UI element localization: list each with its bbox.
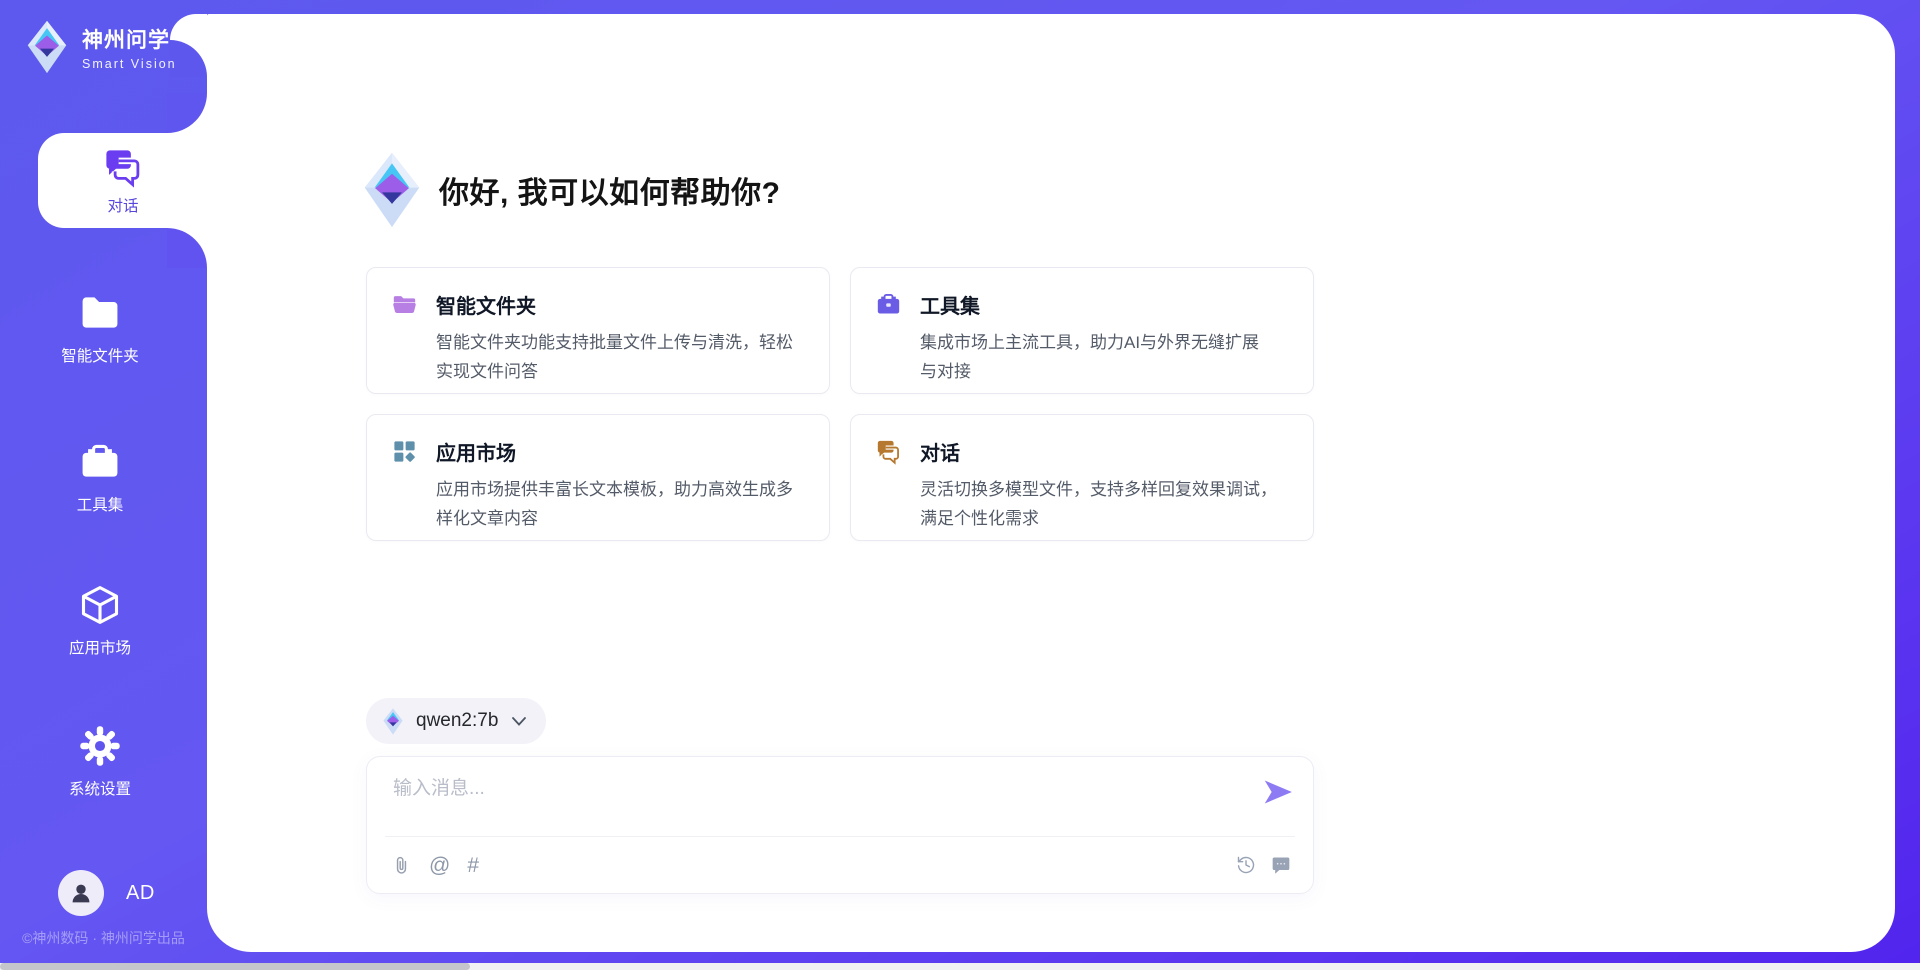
composer-tools-right: [1236, 855, 1291, 875]
chat-icon: [102, 146, 144, 188]
sidebar: 神州问学 Smart Vision 对话 智能文件夹: [0, 0, 207, 970]
toolbox-icon: [78, 440, 122, 484]
sidebar-item-label: 工具集: [77, 493, 124, 515]
folder-open-icon: [391, 291, 418, 318]
avatar: [58, 870, 104, 916]
user-profile[interactable]: AD: [58, 870, 155, 916]
paperclip-icon[interactable]: [391, 855, 412, 876]
card-title: 对话: [920, 437, 960, 466]
sidebar-item-settings[interactable]: 系统设置: [0, 724, 200, 799]
cube-icon: [78, 583, 122, 627]
sidebar-item-label: 对话: [107, 194, 138, 216]
model-selector[interactable]: qwen2:7b: [366, 698, 546, 744]
card-description: 应用市场提供丰富长文本模板，助力高效生成多样化文章内容: [436, 475, 796, 533]
chevron-down-icon: [512, 717, 526, 726]
card-title: 应用市场: [436, 437, 516, 466]
comment-icon[interactable]: [1271, 855, 1291, 875]
gear-icon: [78, 724, 122, 768]
card-title: 智能文件夹: [436, 290, 536, 319]
greeting: 你好, 我可以如何帮助你?: [363, 148, 781, 232]
sidebar-footer: ©神州数码 · 神州问学出品: [0, 928, 207, 948]
gem-logo-icon: [24, 20, 70, 74]
brand-subtitle: Smart Vision: [82, 57, 177, 71]
app: 神州问学 Smart Vision 对话 智能文件夹: [0, 0, 1920, 970]
card-title: 工具集: [920, 290, 980, 319]
toolbox-icon: [875, 291, 902, 318]
sidebar-item-chat[interactable]: 对话: [38, 133, 208, 228]
sidebar-item-app-market[interactable]: 应用市场: [0, 583, 200, 658]
gem-logo-icon: [382, 708, 404, 735]
sidebar-item-smart-folder[interactable]: 智能文件夹: [0, 291, 200, 366]
greeting-text: 你好, 我可以如何帮助你?: [439, 168, 781, 212]
sidebar-item-label: 系统设置: [69, 777, 131, 799]
sidebar-item-label: 智能文件夹: [61, 344, 139, 366]
horizontal-scrollbar-thumb[interactable]: [0, 963, 470, 970]
composer-toolbar: @ #: [391, 837, 1291, 893]
folder-icon: [78, 291, 122, 335]
card-description: 集成市场上主流工具，助力AI与外界无缝扩展与对接: [920, 328, 1268, 386]
at-icon[interactable]: @: [429, 855, 450, 876]
composer-tools-left: @ #: [391, 855, 479, 876]
brand: 神州问学 Smart Vision: [24, 20, 177, 74]
composer: @ #: [366, 756, 1314, 894]
card-toolbox[interactable]: 工具集 集成市场上主流工具，助力AI与外界无缝扩展与对接: [850, 267, 1314, 394]
person-icon: [66, 878, 96, 908]
card-description: 灵活切换多模型文件，支持多样回复效果调试，满足个性化需求: [920, 475, 1280, 533]
sidebar-item-toolbox[interactable]: 工具集: [0, 440, 200, 515]
card-chat[interactable]: 对话 灵活切换多模型文件，支持多样回复效果调试，满足个性化需求: [850, 414, 1314, 541]
hash-icon[interactable]: #: [467, 855, 479, 876]
model-name: qwen2:7b: [416, 710, 498, 732]
sidebar-item-label: 应用市场: [69, 636, 131, 658]
chat-icon: [875, 438, 902, 465]
user-initials: AD: [126, 882, 155, 905]
card-app-market[interactable]: 应用市场 应用市场提供丰富长文本模板，助力高效生成多样化文章内容: [366, 414, 830, 541]
history-icon[interactable]: [1236, 855, 1256, 875]
active-tab-fillet-top: [167, 93, 207, 133]
brand-name: 神州问学: [82, 24, 177, 54]
message-input[interactable]: [393, 773, 1233, 831]
gem-logo-icon: [363, 148, 421, 232]
horizontal-scrollbar-track[interactable]: [0, 963, 1920, 970]
active-tab-fillet-bottom: [167, 228, 207, 268]
grid-icon: [391, 438, 418, 465]
send-icon[interactable]: [1263, 779, 1293, 805]
card-description: 智能文件夹功能支持批量文件上传与清洗，轻松实现文件问答: [436, 328, 796, 386]
feature-cards: 智能文件夹 智能文件夹功能支持批量文件上传与清洗，轻松实现文件问答 工具集 集成…: [366, 267, 1314, 541]
card-smart-folder[interactable]: 智能文件夹 智能文件夹功能支持批量文件上传与清洗，轻松实现文件问答: [366, 267, 830, 394]
